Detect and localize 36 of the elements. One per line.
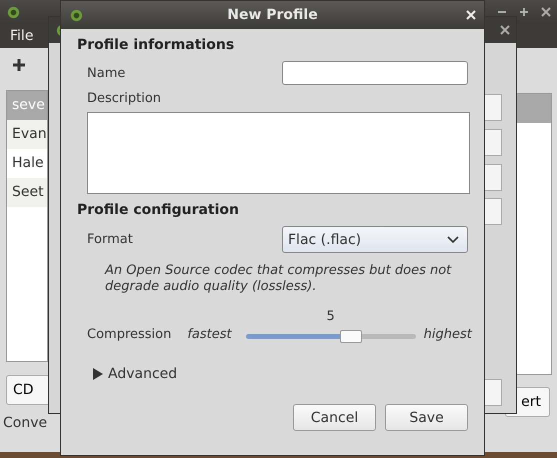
compression-slider[interactable]	[246, 330, 416, 343]
section-heading: Profile informations	[77, 37, 236, 53]
close-icon[interactable]	[541, 7, 551, 17]
add-icon[interactable]	[12, 58, 26, 72]
list-item[interactable]: Evan	[7, 120, 47, 149]
description-field[interactable]	[87, 112, 470, 194]
advanced-expander[interactable]: Advanced	[93, 366, 178, 382]
field-label: Name	[87, 66, 126, 80]
slider-value: 5	[326, 309, 335, 324]
list-item[interactable]: Seet	[7, 178, 47, 207]
name-field[interactable]	[282, 61, 468, 85]
close-icon[interactable]	[500, 25, 510, 35]
field-label: Description	[86, 91, 162, 106]
button[interactable]	[485, 164, 502, 191]
format-description: An Open Source codec that compresses but does not degrade audio quality (lossless).	[104, 263, 452, 295]
button[interactable]	[485, 198, 502, 225]
min-label: fastest	[187, 327, 232, 342]
max-label: highest	[424, 327, 472, 342]
list-item[interactable]: Hale	[7, 149, 47, 178]
window-title: New Profile	[227, 7, 318, 23]
maximize-icon[interactable]	[519, 7, 529, 17]
field-label: Format	[87, 232, 133, 247]
button[interactable]	[485, 94, 502, 121]
status-text: Conve	[3, 415, 48, 431]
format-dropdown[interactable]: Flac (.flac)	[282, 226, 468, 253]
section-heading: Profile configuration	[77, 202, 240, 218]
cancel-button[interactable]: Cancel	[293, 404, 376, 431]
cd-button[interactable]: CD	[6, 375, 50, 405]
chevron-icon	[447, 236, 459, 244]
field-label: Compression	[87, 327, 172, 342]
button[interactable]	[485, 379, 502, 406]
expander-icon	[93, 368, 103, 380]
slider-thumb[interactable]	[340, 330, 362, 343]
menu-item[interactable]: File	[10, 28, 34, 44]
save-button[interactable]: Save	[385, 404, 468, 431]
button[interactable]	[485, 129, 502, 156]
